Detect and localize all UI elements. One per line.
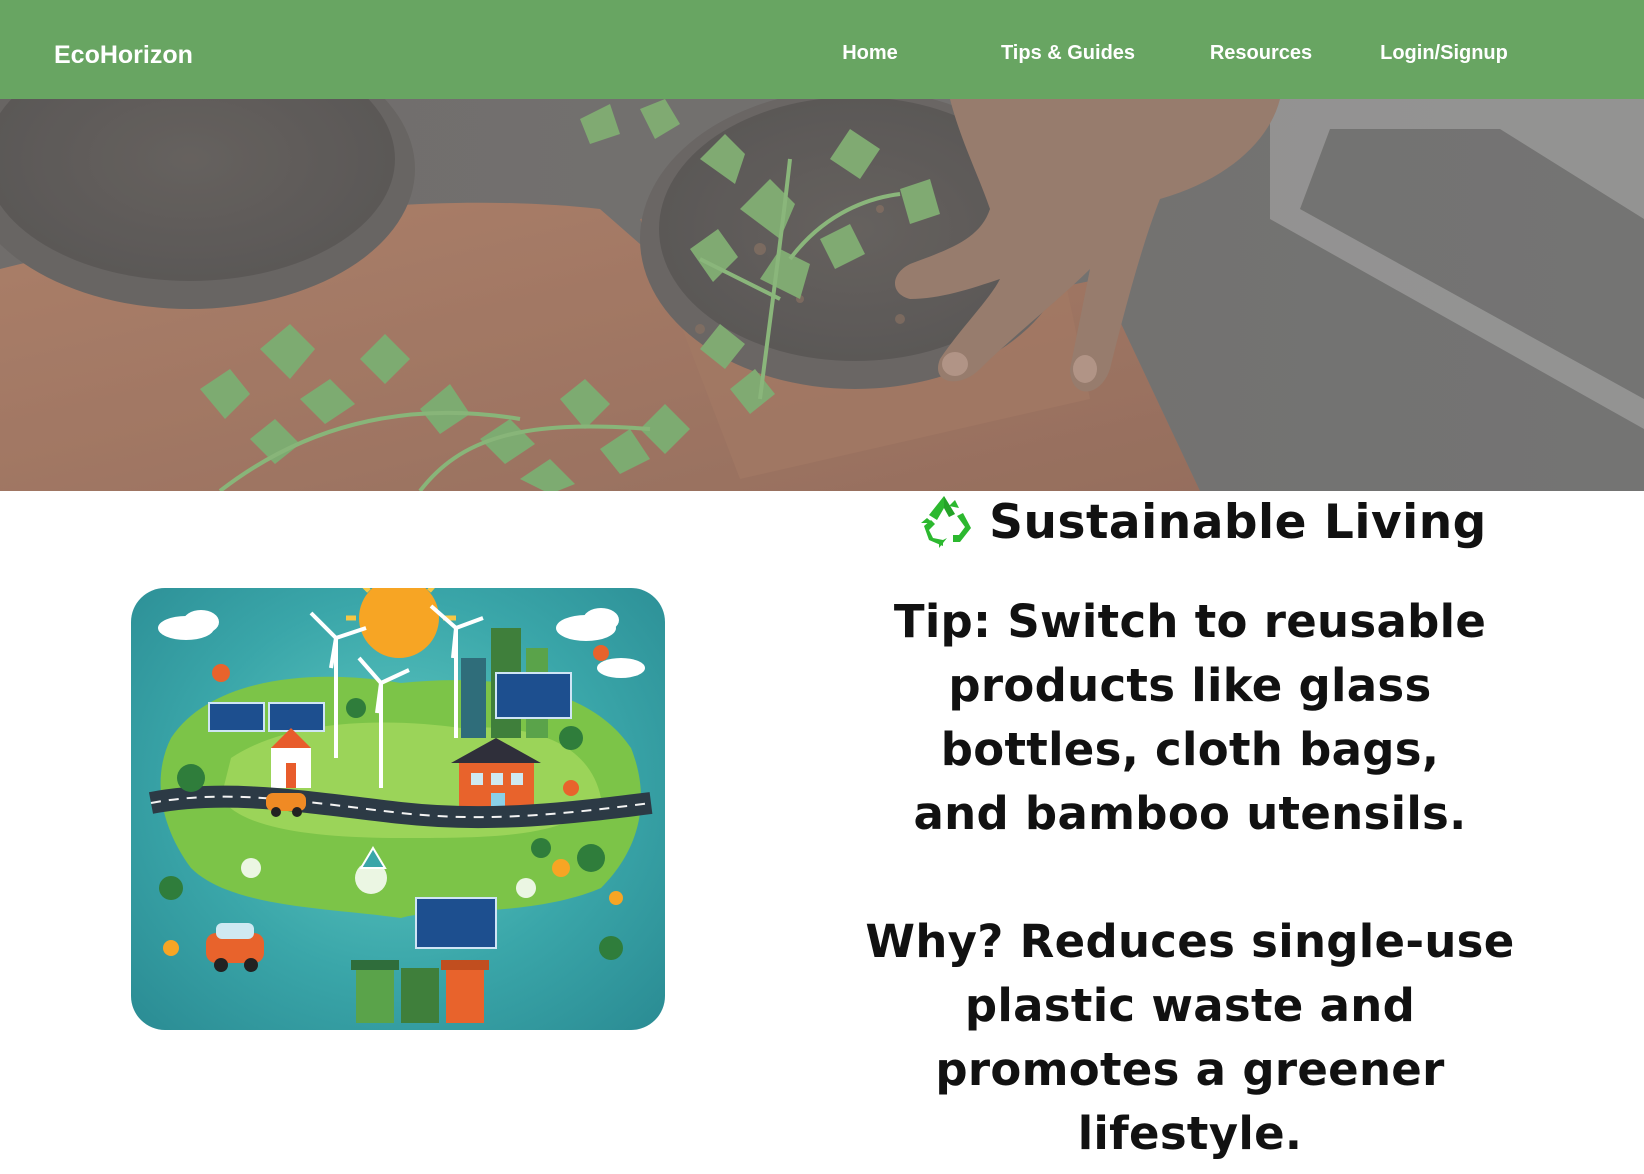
tip-line: and bamboo utensils. <box>913 787 1467 840</box>
tip-line: Tip: Switch to reusable <box>893 595 1487 648</box>
tip-paragraph: Tip: Switch to reusable products like gl… <box>840 590 1540 846</box>
eco-city-collage-image <box>148 588 653 1023</box>
recycle-icon <box>913 492 975 554</box>
hand-planting-seedling-photo <box>0 99 1644 491</box>
nav-link-tips-guides[interactable]: Tips & Guides <box>978 39 1158 67</box>
why-line: plastic waste and <box>964 979 1416 1032</box>
why-line: promotes a greener <box>935 1043 1445 1096</box>
why-line: lifestyle. <box>1077 1107 1303 1160</box>
nav-link-home[interactable]: Home <box>820 39 920 67</box>
section-title: Sustainable Living <box>989 495 1487 550</box>
nav-link-resources[interactable]: Resources <box>1196 39 1326 67</box>
sustainable-living-section: Sustainable Living Tip: Switch to reusab… <box>840 492 1540 1160</box>
section-heading: Sustainable Living <box>860 492 1540 554</box>
why-line: Why? Reduces single-use <box>865 915 1515 968</box>
why-paragraph: Why? Reduces single-use plastic waste an… <box>840 910 1540 1166</box>
brand-logo-text[interactable]: EcoHorizon <box>54 39 193 71</box>
nav-link-login-signup[interactable]: Login/Signup <box>1370 39 1518 67</box>
top-navbar: EcoHorizon Home Tips & Guides Resources … <box>0 0 1644 99</box>
tip-line: products like glass <box>948 659 1432 712</box>
sustainable-city-illustration <box>131 588 665 1030</box>
tip-line: bottles, cloth bags, <box>940 723 1440 776</box>
hero-banner <box>0 99 1644 491</box>
